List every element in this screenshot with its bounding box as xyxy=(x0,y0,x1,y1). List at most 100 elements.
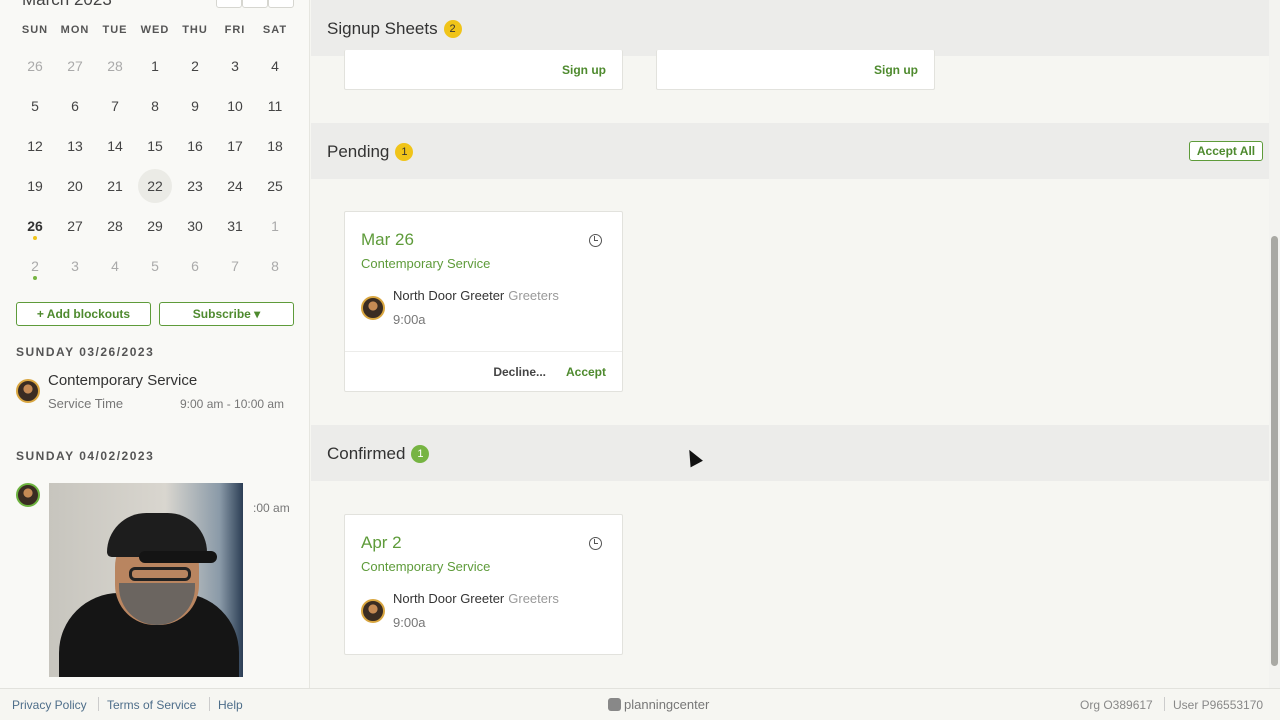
calendar-day[interactable]: 15 xyxy=(135,126,175,166)
weekday-label: THU xyxy=(182,24,208,36)
calendar-day[interactable]: 8 xyxy=(135,86,175,126)
schedule-day-heading: SUNDAY 03/26/2023 xyxy=(16,345,155,359)
calendar-day[interactable]: 3 xyxy=(55,246,95,286)
pending-dot-icon xyxy=(33,236,37,240)
calendar-week: 12 13 14 15 16 17 18 xyxy=(15,126,295,166)
weekday-label: SUN xyxy=(21,24,49,36)
privacy-policy-link[interactable]: Privacy Policy xyxy=(12,698,87,712)
weekday-label: FRI xyxy=(224,24,246,36)
calendar-day[interactable]: 16 xyxy=(175,126,215,166)
org-id: Org O389617 xyxy=(1080,698,1153,712)
calendar-day[interactable]: 30 xyxy=(175,206,215,246)
calendar-day[interactable]: 24 xyxy=(215,166,255,206)
today-dot-icon[interactable]: • xyxy=(242,0,268,8)
team-name: Greeters xyxy=(508,288,559,303)
subscribe-button[interactable]: Subscribe ▾ xyxy=(159,302,294,326)
calendar-day-today[interactable]: 22 xyxy=(135,166,175,206)
calendar-day[interactable]: 13 xyxy=(55,126,95,166)
chevron-left-icon[interactable]: ‹ xyxy=(216,0,242,8)
card-time: 9:00a xyxy=(393,312,426,327)
card-service-name[interactable]: Contemporary Service xyxy=(361,256,490,271)
calendar-day[interactable]: 18 xyxy=(255,126,295,166)
webcam-overlay xyxy=(49,483,243,677)
card-time: 9:00a xyxy=(393,615,426,630)
calendar-day[interactable]: 27 xyxy=(55,46,95,86)
calendar-grid: 26 27 28 1 2 3 4 5 6 7 8 9 10 11 12 13 1… xyxy=(15,46,295,286)
footer-divider xyxy=(209,697,210,711)
accept-all-button[interactable]: Accept All xyxy=(1189,141,1263,161)
calendar-week: 26 27 28 29 30 31 1 xyxy=(15,206,295,246)
signup-title-label: Signup Sheets xyxy=(327,19,438,38)
calendar-day[interactable]: 4 xyxy=(95,246,135,286)
calendar-day[interactable]: 28 xyxy=(95,46,135,86)
calendar-day[interactable]: 8 xyxy=(255,246,295,286)
signup-button[interactable]: Sign up xyxy=(562,63,606,77)
terms-of-service-link[interactable]: Terms of Service xyxy=(107,698,196,712)
calendar-day[interactable]: 6 xyxy=(175,246,215,286)
calendar-day[interactable]: 23 xyxy=(175,166,215,206)
calendar-day[interactable]: 6 xyxy=(55,86,95,126)
schedule-item-time: 9:00 am - 10:00 am xyxy=(180,397,285,411)
calendar-week: 5 6 7 8 9 10 11 xyxy=(15,86,295,126)
calendar-week: 19 20 21 22 23 24 25 xyxy=(15,166,295,206)
weekday-label: WED xyxy=(140,24,170,36)
calendar-day[interactable]: 31 xyxy=(215,206,255,246)
calendar-day[interactable]: 27 xyxy=(55,206,95,246)
brand-name: planningcenter xyxy=(624,697,710,712)
card-service-name[interactable]: Contemporary Service xyxy=(361,559,490,574)
planning-center-logo[interactable]: planningcenter xyxy=(608,697,709,712)
calendar-day[interactable]: 4 xyxy=(255,46,295,86)
signup-button[interactable]: Sign up xyxy=(874,63,918,77)
card-actions: Decline... Accept xyxy=(345,351,622,391)
calendar-day[interactable]: 10 xyxy=(215,86,255,126)
calendar-day[interactable]: 28 xyxy=(95,206,135,246)
webcam-person-cap-brim xyxy=(139,551,217,563)
calendar-day[interactable]: 2 xyxy=(175,46,215,86)
signup-sheet-card: Sign up xyxy=(344,50,623,90)
calendar-day[interactable]: 7 xyxy=(215,246,255,286)
calendar-day[interactable]: 9 xyxy=(175,86,215,126)
schedule-item-title[interactable]: Contemporary Service xyxy=(48,372,197,389)
scrollbar[interactable] xyxy=(1269,0,1280,688)
calendar-day-label: 26 xyxy=(27,218,43,234)
calendar-day[interactable]: 26 xyxy=(15,46,55,86)
calendar-day[interactable]: 14 xyxy=(95,126,135,166)
calendar-day-scheduled[interactable]: 26 xyxy=(15,206,55,246)
calendar-day[interactable]: 5 xyxy=(15,86,55,126)
calendar-day[interactable]: 1 xyxy=(135,46,175,86)
calendar-day[interactable]: 19 xyxy=(15,166,55,206)
avatar xyxy=(361,296,385,320)
schedule-item-subtitle: Service Time xyxy=(48,396,124,411)
calendar-day-scheduled[interactable]: 2 xyxy=(15,246,55,286)
card-position: North Door Greeter Greeters xyxy=(393,288,559,303)
chevron-right-icon[interactable]: › xyxy=(268,0,294,8)
calendar-day[interactable]: 3 xyxy=(215,46,255,86)
team-name: Greeters xyxy=(508,591,559,606)
footer-divider xyxy=(98,697,99,711)
weekday-label: TUE xyxy=(102,24,128,36)
card-position: North Door Greeter Greeters xyxy=(393,591,559,606)
clock-icon[interactable] xyxy=(589,234,602,247)
confirmed-dot-icon xyxy=(33,276,37,280)
card-date: Apr 2 xyxy=(361,533,402,552)
calendar-day[interactable]: 7 xyxy=(95,86,135,126)
calendar-day[interactable]: 21 xyxy=(95,166,135,206)
decline-button[interactable]: Decline... xyxy=(493,365,546,379)
calendar-day[interactable]: 20 xyxy=(55,166,95,206)
calendar-day[interactable]: 11 xyxy=(255,86,295,126)
webcam-person-glasses xyxy=(129,567,191,581)
calendar-day[interactable]: 5 xyxy=(135,246,175,286)
scrollbar-thumb[interactable] xyxy=(1271,236,1278,666)
calendar-day[interactable]: 1 xyxy=(255,206,295,246)
calendar-day[interactable]: 17 xyxy=(215,126,255,166)
pending-count-badge: 1 xyxy=(395,143,414,161)
help-link[interactable]: Help xyxy=(218,698,243,712)
avatar xyxy=(16,483,40,507)
accept-button[interactable]: Accept xyxy=(566,365,606,379)
clock-icon[interactable] xyxy=(589,537,602,550)
calendar-day[interactable]: 12 xyxy=(15,126,55,166)
add-blockouts-button[interactable]: + Add blockouts xyxy=(16,302,151,326)
calendar-day[interactable]: 29 xyxy=(135,206,175,246)
calendar-day[interactable]: 25 xyxy=(255,166,295,206)
position-name: North Door Greeter xyxy=(393,288,505,303)
